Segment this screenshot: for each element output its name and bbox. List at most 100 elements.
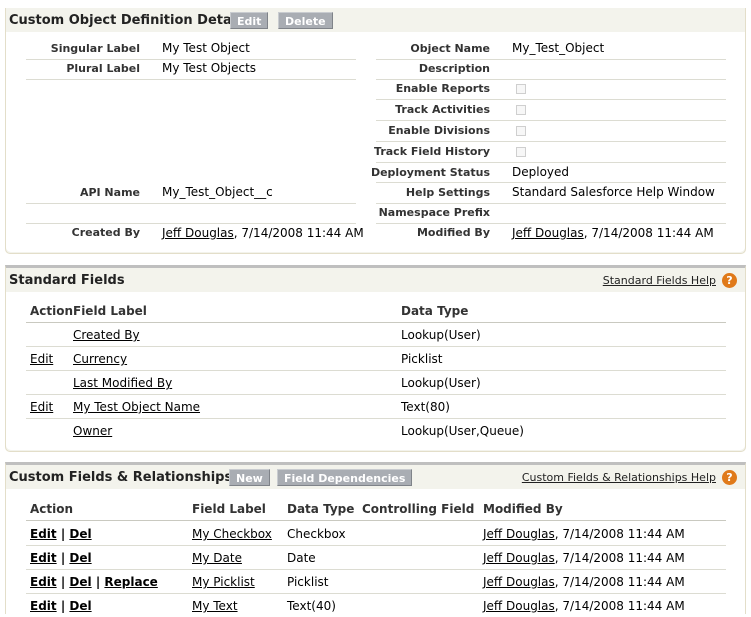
std-col-data-type: Data Type <box>401 304 469 318</box>
track-field-history-checkbox <box>516 147 526 157</box>
cf-del-link[interactable]: Del <box>69 551 91 565</box>
singular-label-value: My Test Object <box>162 41 250 55</box>
separator: | <box>60 575 66 589</box>
std-row-data-type: Lookup(User,Queue) <box>401 424 524 438</box>
cf-col-field-label: Field Label <box>192 502 266 516</box>
cf-edit-link[interactable]: Edit <box>30 599 57 613</box>
divider <box>26 322 726 323</box>
divider <box>376 99 726 100</box>
custom-fields-help[interactable]: Custom Fields & Relationships Help ? <box>522 470 737 485</box>
cf-row-user-link[interactable]: Jeff Douglas <box>483 527 555 541</box>
cf-del-link[interactable]: Del <box>69 599 91 613</box>
enable-divisions-label: Enable Divisions <box>388 124 490 137</box>
std-row-field-link[interactable]: Currency <box>73 352 127 366</box>
cf-edit-link[interactable]: Edit <box>30 575 57 589</box>
enable-reports-checkbox <box>516 84 526 94</box>
help-settings-value: Standard Salesforce Help Window <box>512 185 715 199</box>
custom-fields-title: Custom Fields & Relationships <box>9 470 233 485</box>
cf-row-field-link[interactable]: My Text <box>192 599 238 613</box>
field-dependencies-button[interactable]: Field Dependencies <box>277 469 413 486</box>
std-row-edit-link[interactable]: Edit <box>30 352 53 366</box>
divider <box>376 203 726 204</box>
cf-row-data-type: Picklist <box>287 575 329 589</box>
standard-fields-body: Action Field Label Data Type Created By … <box>6 292 745 450</box>
divider <box>26 520 726 521</box>
track-activities-label: Track Activities <box>395 103 490 116</box>
cf-col-action: Action <box>30 502 74 516</box>
deployment-status-value: Deployed <box>512 165 570 179</box>
help-settings-label: Help Settings <box>405 186 490 199</box>
created-by-user-link[interactable]: Jeff Douglas <box>162 226 234 240</box>
custom-fields-help-link[interactable]: Custom Fields & Relationships Help <box>522 471 716 484</box>
standard-fields-help-link[interactable]: Standard Fields Help <box>603 274 716 287</box>
std-row-data-type: Picklist <box>401 352 443 366</box>
plural-label-value: My Test Objects <box>162 61 257 75</box>
cf-row-field-link[interactable]: My Checkbox <box>192 527 272 541</box>
separator: | <box>60 599 66 613</box>
singular-label-label: Singular Label <box>50 42 140 55</box>
cf-row-date: , 7/14/2008 11:44 AM <box>554 527 685 541</box>
divider <box>26 370 726 371</box>
cf-del-link[interactable]: Del <box>69 527 91 541</box>
cf-replace-link[interactable]: Replace <box>104 575 157 589</box>
cf-row-user-link[interactable]: Jeff Douglas <box>483 551 555 565</box>
cf-del-link[interactable]: Del <box>69 575 91 589</box>
help-icon[interactable]: ? <box>722 470 737 485</box>
cf-row-user-link[interactable]: Jeff Douglas <box>483 599 555 613</box>
cf-row-user-link[interactable]: Jeff Douglas <box>483 575 555 589</box>
cf-edit-link[interactable]: Edit <box>30 527 57 541</box>
cf-row-field-link[interactable]: My Date <box>192 551 242 565</box>
cf-row-actions: Edit | Del <box>30 527 92 541</box>
object-detail-body: Singular Label My Test Object Plural Lab… <box>6 32 745 252</box>
help-icon[interactable]: ? <box>722 273 737 288</box>
cf-row-actions: Edit | Del | Replace <box>30 575 158 589</box>
separator: | <box>60 527 66 541</box>
created-by-label: Created By <box>71 226 140 239</box>
std-row-field-link[interactable]: Last Modified By <box>73 376 172 390</box>
divider <box>26 79 356 80</box>
std-row-edit-link[interactable]: Edit <box>30 400 53 414</box>
enable-reports-label: Enable Reports <box>395 82 490 95</box>
cf-row-data-type: Date <box>287 551 316 565</box>
created-by-date: , 7/14/2008 11:44 AM <box>233 226 364 240</box>
std-row-data-type: Lookup(User) <box>401 328 481 342</box>
cf-row-data-type: Checkbox <box>287 527 346 541</box>
separator: | <box>95 575 101 589</box>
divider <box>26 569 726 570</box>
std-row-field-link[interactable]: Owner <box>73 424 112 438</box>
object-name-label: Object Name <box>410 42 490 55</box>
std-row-field-link[interactable]: My Test Object Name <box>73 400 200 414</box>
divider <box>376 162 726 163</box>
divider <box>26 545 726 546</box>
description-label: Description <box>418 62 490 75</box>
divider <box>26 418 726 419</box>
cf-row-date: , 7/14/2008 11:44 AM <box>554 551 685 565</box>
standard-fields-help[interactable]: Standard Fields Help ? <box>603 273 737 288</box>
cf-row-actions: Edit | Del <box>30 551 92 565</box>
std-row-field-link[interactable]: Created By <box>73 328 140 342</box>
api-name-value: My_Test_Object__c <box>162 185 273 199</box>
divider <box>376 79 726 80</box>
edit-button[interactable]: Edit <box>230 12 269 29</box>
cf-row-modified: Jeff Douglas, 7/14/2008 11:44 AM <box>483 599 685 613</box>
cf-row-modified: Jeff Douglas, 7/14/2008 11:44 AM <box>483 551 685 565</box>
divider <box>376 141 726 142</box>
modified-by-user-link[interactable]: Jeff Douglas <box>512 226 584 240</box>
cf-row-modified: Jeff Douglas, 7/14/2008 11:44 AM <box>483 527 685 541</box>
custom-fields-body: Action Field Label Data Type Controlling… <box>6 489 745 617</box>
cf-col-modified-by: Modified By <box>483 502 563 516</box>
cf-row-field-link[interactable]: My Picklist <box>192 575 255 589</box>
standard-fields-section: Standard Fields Standard Fields Help ? A… <box>5 265 746 452</box>
new-button[interactable]: New <box>229 469 270 486</box>
cf-edit-link[interactable]: Edit <box>30 551 57 565</box>
cf-row-data-type: Text(40) <box>287 599 336 613</box>
divider <box>376 182 726 183</box>
plural-label-label: Plural Label <box>66 62 140 75</box>
divider <box>26 223 356 224</box>
delete-button[interactable]: Delete <box>278 12 333 29</box>
std-col-field-label: Field Label <box>73 304 147 318</box>
cf-col-data-type: Data Type <box>287 502 355 516</box>
divider <box>26 593 726 594</box>
created-by-value: Jeff Douglas, 7/14/2008 11:44 AM <box>162 226 364 240</box>
std-row-data-type: Lookup(User) <box>401 376 481 390</box>
